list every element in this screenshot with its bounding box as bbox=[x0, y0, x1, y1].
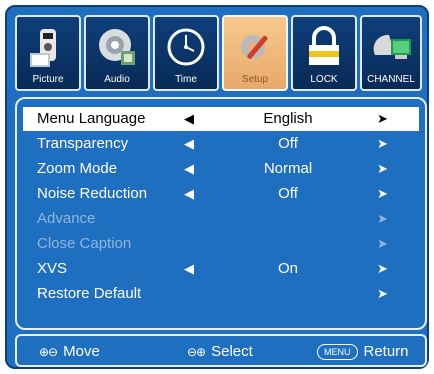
menu-item-value: Off bbox=[278, 185, 298, 202]
speaker-icon bbox=[99, 29, 135, 65]
left-right-arrows-icon: ⊖⊕ bbox=[187, 344, 206, 359]
satellite-monitor-icon bbox=[373, 34, 411, 59]
menu-key-icon: MENU bbox=[317, 343, 358, 360]
menu-item-xvs[interactable]: XVS ◀ On ➤ bbox=[23, 257, 419, 281]
tab-audio[interactable]: Audio bbox=[84, 15, 150, 91]
menu-item-value: On bbox=[277, 260, 298, 277]
menu-item-label: Zoom Mode bbox=[37, 160, 118, 177]
right-arrow-icon[interactable]: ➤ bbox=[377, 207, 388, 231]
tab-lock[interactable]: LOCK bbox=[291, 15, 357, 91]
menu-item-value: Normal bbox=[263, 160, 313, 177]
tv-remote-icon bbox=[30, 29, 56, 67]
move-hint: ⊕⊖ Move bbox=[39, 343, 100, 360]
left-arrow-icon[interactable]: ◀ bbox=[184, 107, 194, 131]
clock-icon bbox=[167, 28, 205, 66]
menu-item-close-caption[interactable]: Close Caption ➤ bbox=[23, 232, 419, 256]
menu-item-label: Advance bbox=[37, 210, 96, 227]
tab-label: CHANNEL bbox=[367, 74, 415, 85]
settings-panel: Menu Language ◀ English ➤ Transparency ◀… bbox=[15, 97, 427, 330]
return-label: Return bbox=[363, 343, 409, 360]
menu-item-value: Off bbox=[278, 135, 298, 152]
menu-item-value: English bbox=[263, 110, 313, 127]
right-arrow-icon[interactable]: ➤ bbox=[377, 282, 388, 306]
tab-label: Setup bbox=[241, 74, 269, 85]
tab-picture[interactable]: Picture bbox=[15, 15, 81, 91]
menu-item-zoom-mode[interactable]: Zoom Mode ◀ Normal ➤ bbox=[23, 157, 419, 181]
tab-label: Audio bbox=[104, 74, 130, 85]
menu-item-transparency[interactable]: Transparency ◀ Off ➤ bbox=[23, 132, 419, 156]
return-hint: MENU Return bbox=[317, 343, 409, 360]
menu-item-menu-language[interactable]: Menu Language ◀ English ➤ bbox=[23, 107, 419, 131]
left-arrow-icon[interactable]: ◀ bbox=[184, 157, 194, 181]
right-arrow-icon[interactable]: ➤ bbox=[377, 182, 388, 206]
left-arrow-icon[interactable]: ◀ bbox=[184, 182, 194, 206]
menu-item-label: Noise Reduction bbox=[37, 185, 148, 202]
right-arrow-icon[interactable]: ➤ bbox=[377, 107, 388, 131]
tab-bar: Picture Audio Time Setup LOCK CHANNEL bbox=[15, 15, 429, 97]
right-arrow-icon[interactable]: ➤ bbox=[377, 132, 388, 156]
right-arrow-icon[interactable]: ➤ bbox=[377, 232, 388, 256]
left-arrow-icon[interactable]: ◀ bbox=[184, 132, 194, 156]
right-arrow-icon[interactable]: ➤ bbox=[377, 257, 388, 281]
left-arrow-icon[interactable]: ◀ bbox=[184, 257, 194, 281]
menu-item-label: Menu Language bbox=[37, 110, 146, 127]
menu-item-label: Restore Default bbox=[37, 285, 142, 302]
tab-label: LOCK bbox=[310, 74, 338, 85]
tab-setup[interactable]: Setup bbox=[222, 15, 288, 91]
lock-icon bbox=[309, 26, 339, 65]
move-label: Move bbox=[63, 343, 100, 360]
tv-osd-menu: Picture Audio Time Setup LOCK CHANNEL Me… bbox=[5, 5, 429, 369]
tools-icon bbox=[241, 35, 268, 59]
select-label: Select bbox=[211, 343, 253, 360]
tab-time[interactable]: Time bbox=[153, 15, 219, 91]
menu-item-restore-default[interactable]: Restore Default ➤ bbox=[23, 282, 419, 306]
menu-item-advance[interactable]: Advance ➤ bbox=[23, 207, 419, 231]
menu-item-label: XVS bbox=[37, 260, 68, 277]
menu-item-label: Close Caption bbox=[37, 235, 132, 252]
right-arrow-icon[interactable]: ➤ bbox=[377, 157, 388, 181]
tab-label: Picture bbox=[32, 74, 64, 85]
up-down-arrows-icon: ⊕⊖ bbox=[39, 344, 58, 359]
select-hint: ⊖⊕ Select bbox=[187, 343, 253, 360]
tab-channel[interactable]: CHANNEL bbox=[360, 15, 422, 91]
tab-label: Time bbox=[175, 74, 197, 85]
menu-item-label: Transparency bbox=[37, 135, 129, 152]
menu-item-noise-reduction[interactable]: Noise Reduction ◀ Off ➤ bbox=[23, 182, 419, 206]
help-bar: ⊕⊖ Move ⊖⊕ Select MENU Return bbox=[15, 334, 427, 367]
